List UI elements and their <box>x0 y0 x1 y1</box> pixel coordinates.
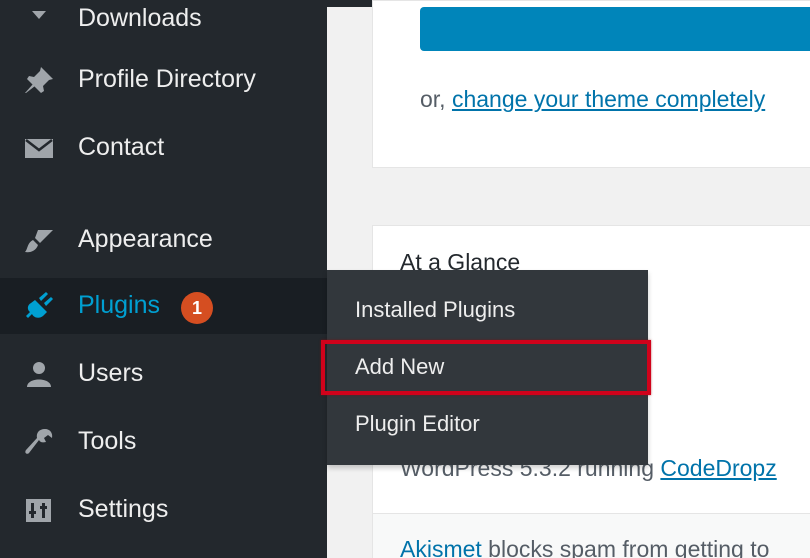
pin-icon <box>25 67 53 93</box>
sidebar-item-label: Settings <box>78 495 169 523</box>
sidebar-item-label: Tools <box>78 427 137 455</box>
sidebar-item-label: Downloads <box>78 4 202 32</box>
submenu-item-installed-plugins[interactable]: Installed Plugins <box>327 287 648 337</box>
download-icon <box>32 11 46 19</box>
sidebar-item-contact[interactable]: Contact <box>0 120 327 176</box>
sidebar-item-label: Appearance <box>78 225 213 253</box>
submenu-item-plugin-editor[interactable]: Plugin Editor <box>327 401 648 451</box>
sidebar-item-label: Plugins <box>78 291 160 319</box>
wrench-icon <box>25 429 53 454</box>
wp-admin-screen: or, change your theme completely At a Gl… <box>0 0 810 558</box>
submenu-item-label: Plugin Editor <box>355 411 480 436</box>
sidebar-item-label: Contact <box>78 133 165 161</box>
customize-site-button[interactable] <box>420 7 810 51</box>
sidebar-item-plugins[interactable]: Plugins 1 <box>0 278 327 334</box>
plugin-icon <box>26 292 53 318</box>
envelope-icon <box>25 139 53 158</box>
akismet-link[interactable]: Akismet <box>400 536 482 558</box>
submenu-item-add-new[interactable]: Add New <box>327 344 648 394</box>
sidebar-item-downloads[interactable]: Downloads <box>0 0 327 47</box>
paintbrush-icon <box>25 230 53 253</box>
sidebar-item-tools[interactable]: Tools <box>0 414 327 470</box>
user-icon <box>27 362 51 387</box>
change-theme-link[interactable]: change your theme completely <box>452 86 765 112</box>
change-theme-line: or, change your theme completely <box>420 86 765 113</box>
sidebar-item-label: Users <box>78 359 144 387</box>
or-prefix: or, <box>420 86 452 112</box>
submenu-item-label: Installed Plugins <box>355 297 516 322</box>
submenu-item-label: Add New <box>355 354 445 379</box>
sidebar-item-appearance[interactable]: Appearance <box>0 212 327 268</box>
update-count-badge: 1 <box>181 292 213 324</box>
sidebar-item-settings[interactable]: Settings <box>0 482 327 538</box>
akismet-text: blocks spam from getting to <box>481 536 770 558</box>
akismet-line: Akismet blocks spam from getting to <box>400 536 769 558</box>
sidebar-item-profile-directory[interactable]: Profile Directory <box>0 52 327 108</box>
settings-icon <box>26 499 51 522</box>
sidebar-item-users[interactable]: Users <box>0 346 327 402</box>
active-theme-link[interactable]: CodeDropz <box>660 455 776 481</box>
sidebar-item-label: Profile Directory <box>78 65 256 93</box>
